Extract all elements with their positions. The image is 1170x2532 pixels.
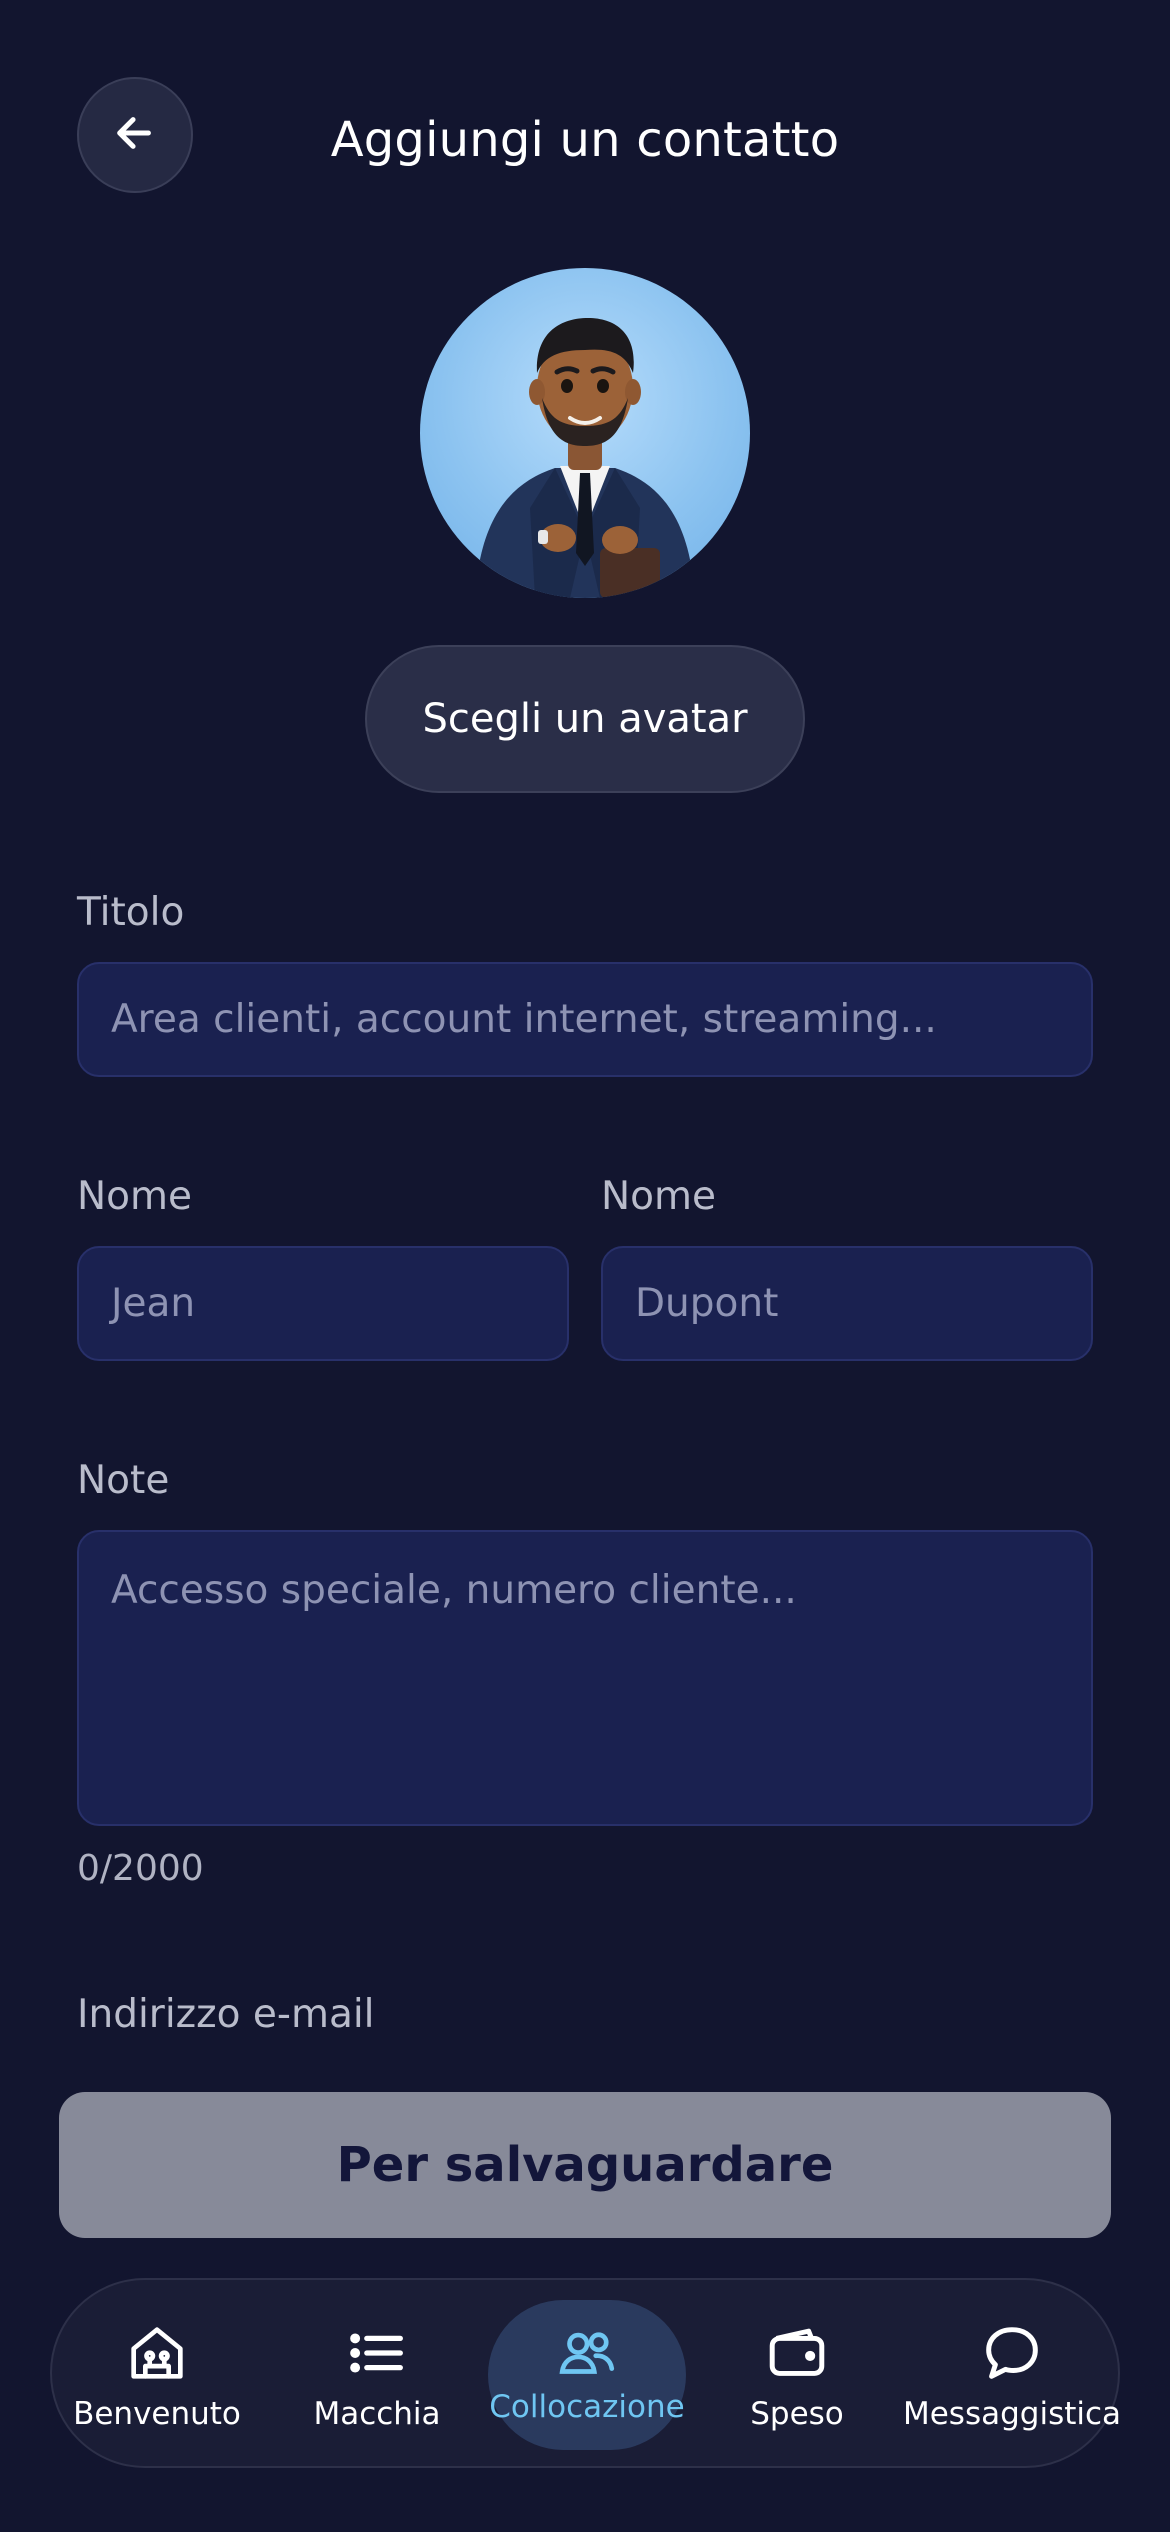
nav-label-collocazione: Collocazione bbox=[489, 2389, 685, 2425]
chat-icon bbox=[977, 2318, 1047, 2388]
nav-item-benvenuto[interactable]: Benvenuto bbox=[57, 2280, 257, 2470]
email-label: Indirizzo e-mail bbox=[77, 1992, 375, 2037]
note-placeholder: Accesso speciale, numero cliente... bbox=[111, 1568, 797, 1613]
nav-item-macchia[interactable]: Macchia bbox=[277, 2280, 477, 2470]
first-name-input[interactable]: Jean bbox=[77, 1246, 569, 1361]
bottom-nav: Benvenuto Macchia Collocazione Speso Mes… bbox=[50, 2278, 1121, 2470]
page-title: Aggiungi un contatto bbox=[330, 112, 840, 168]
last-name-input[interactable]: Dupont bbox=[601, 1246, 1093, 1361]
title-placeholder: Area clienti, account internet, streamin… bbox=[111, 997, 937, 1042]
choose-avatar-button[interactable]: Scegli un avatar bbox=[365, 645, 805, 793]
last-name-label: Nome bbox=[601, 1174, 717, 1219]
nav-item-messaggistica[interactable]: Messaggistica bbox=[903, 2280, 1121, 2470]
nav-label-macchia: Macchia bbox=[313, 2396, 441, 2432]
add-contact-screen: Aggiungi un contatto Scegli un avatar Ti… bbox=[0, 0, 1170, 2532]
wallet-icon bbox=[762, 2318, 832, 2388]
note-textarea[interactable]: Accesso speciale, numero cliente... bbox=[77, 1530, 1093, 1826]
home-icon bbox=[122, 2318, 192, 2388]
users-icon bbox=[552, 2319, 622, 2389]
title-input[interactable]: Area clienti, account internet, streamin… bbox=[77, 962, 1093, 1077]
note-label: Note bbox=[77, 1458, 170, 1503]
note-char-counter: 0/2000 bbox=[77, 1848, 204, 1889]
nav-label-speso: Speso bbox=[750, 2396, 844, 2432]
save-button[interactable]: Per salvaguardare bbox=[59, 2092, 1111, 2238]
nav-label-benvenuto: Benvenuto bbox=[73, 2396, 241, 2432]
title-label: Titolo bbox=[77, 890, 185, 935]
nav-item-speso[interactable]: Speso bbox=[697, 2280, 897, 2470]
nav-item-collocazione[interactable]: Collocazione bbox=[487, 2280, 687, 2470]
first-name-placeholder: Jean bbox=[111, 1281, 196, 1326]
avatar bbox=[420, 268, 750, 598]
last-name-placeholder: Dupont bbox=[635, 1281, 779, 1326]
first-name-label: Nome bbox=[77, 1174, 193, 1219]
list-icon bbox=[342, 2318, 412, 2388]
nav-label-messaggistica: Messaggistica bbox=[902, 2396, 1122, 2432]
